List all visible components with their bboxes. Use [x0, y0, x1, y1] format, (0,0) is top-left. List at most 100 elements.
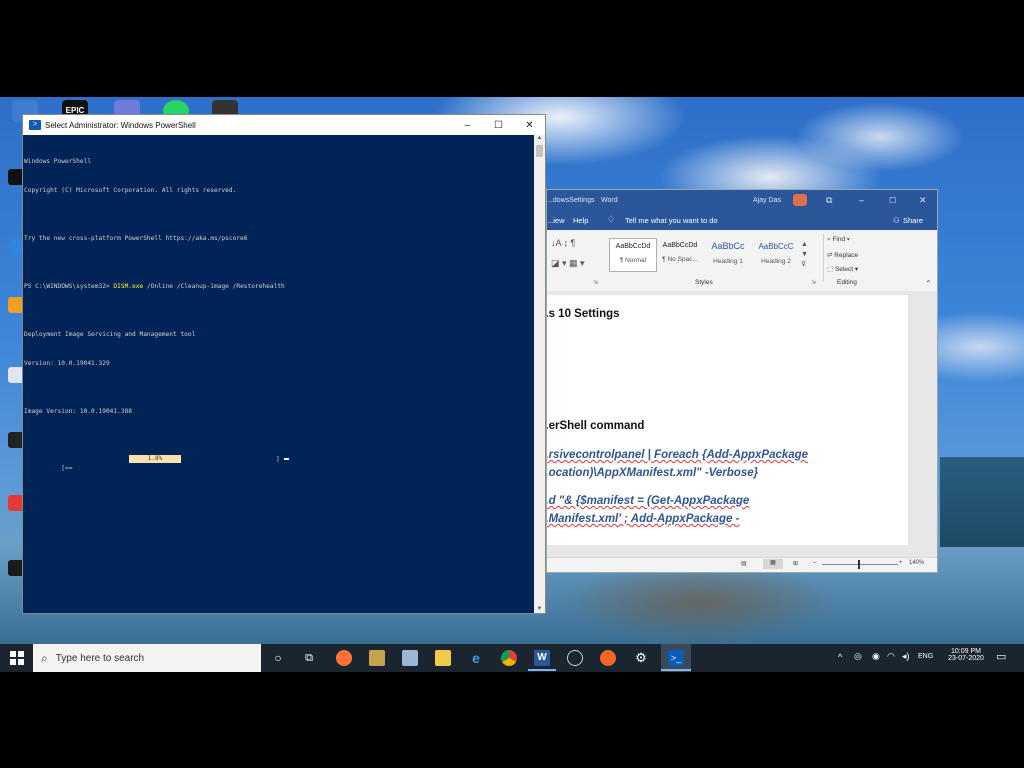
powershell-scrollbar[interactable]: ▲ ▼: [534, 135, 545, 613]
style-heading-2[interactable]: AaBbCcC Heading 2: [753, 238, 799, 270]
taskbar-app-icon[interactable]: [600, 650, 616, 666]
search-icon: ⌕: [41, 650, 48, 665]
editing-group-label: Editing: [837, 279, 857, 286]
scroll-up-icon[interactable]: ▲: [534, 135, 545, 141]
word-app-name: Word: [601, 196, 618, 204]
word-ribbon: ↓A ↕ ¶ ◪ ▾ ▦ ▾ AaBbCcDd ¶ Normal AaBbCcD…: [547, 230, 937, 292]
powershell-titlebar[interactable]: > Select Administrator: Windows PowerShe…: [23, 115, 545, 135]
word-page[interactable]: ...s 10 Settings ...erShell command ...r…: [547, 295, 908, 545]
powershell-title: Select Administrator: Windows PowerShell: [45, 120, 196, 130]
powershell-icon: >: [29, 120, 41, 130]
taskbar-clock[interactable]: 10:09 PM 23-07-2020: [941, 648, 991, 662]
text-cursor: [284, 457, 289, 460]
word-titlebar: ...dowsSettings Word Ajay Das ⧉ – ☐ ✕: [547, 190, 937, 210]
taskbar-search-box[interactable]: ⌕ Type here to search: [33, 644, 261, 672]
doc-command-line-1: ...rsivecontrolpanel | Foreach {Add-Appx…: [546, 449, 809, 461]
style-no-spacing[interactable]: AaBbCcDd ¶ No Spac...: [657, 238, 703, 270]
firefox-icon[interactable]: [336, 650, 352, 666]
progress-end: ]: [276, 455, 280, 463]
doc-command-line-4: ...Manifest.xml' ; Add-AppxPackage -: [546, 513, 740, 525]
tab-view[interactable]: ...iew: [547, 216, 565, 225]
wifi-icon[interactable]: ◠: [887, 651, 895, 662]
show-hidden-icons[interactable]: ^: [838, 652, 842, 662]
word-icon[interactable]: W: [534, 650, 550, 666]
console-line: Windows PowerShell: [24, 158, 92, 166]
powershell-window[interactable]: > Select Administrator: Windows PowerShe…: [22, 114, 546, 614]
maximize-button[interactable]: ☐: [889, 196, 896, 205]
styles-group-label: Styles: [695, 279, 713, 286]
console-line: Version: 10.0.19041.329: [24, 359, 110, 367]
chrome-icon[interactable]: [501, 650, 517, 666]
scrollbar-thumb[interactable]: [536, 145, 543, 157]
find-button[interactable]: ⌕ Find ▾: [827, 236, 850, 244]
ribbon-display-icon[interactable]: ⧉: [826, 195, 832, 206]
zoom-in-button[interactable]: +: [899, 560, 903, 566]
tray-app-icon[interactable]: ◉: [872, 651, 880, 662]
doc-heading-powershell: ...erShell command: [546, 420, 645, 432]
zoom-out-button[interactable]: –: [813, 560, 816, 566]
web-layout-icon[interactable]: ⊞: [793, 560, 798, 567]
notification-icon[interactable]: ▭: [996, 650, 1006, 663]
progress-percent: 1.8%: [129, 454, 181, 463]
avatar[interactable]: [793, 194, 807, 206]
paragraph-dialog-launcher[interactable]: ⇲: [593, 279, 598, 286]
word-window[interactable]: ...dowsSettings Word Ajay Das ⧉ – ☐ ✕ ..…: [546, 189, 938, 573]
language-indicator[interactable]: ENG: [918, 653, 933, 660]
desktop: EPIC ...dowsSettings Word Ajay Das ⧉ – ☐…: [0, 97, 1024, 644]
windows-icon: [10, 651, 24, 665]
close-button[interactable]: ✕: [919, 195, 927, 206]
minimize-button[interactable]: –: [859, 195, 864, 205]
select-button[interactable]: ⬚ Select ▾: [827, 265, 858, 273]
zoom-slider-thumb[interactable]: [858, 560, 860, 569]
console-line: Copyright (C) Microsoft Corporation. All…: [24, 186, 237, 194]
shading-controls[interactable]: ◪ ▾ ▦ ▾: [551, 258, 585, 269]
active-indicator: [528, 669, 556, 671]
tray-app-icon[interactable]: ◎: [854, 651, 862, 662]
console-prompt: PS C:\WINDOWS\system32>: [24, 282, 114, 290]
console-line: Image Version: 10.0.19041.388: [24, 407, 133, 415]
tab-help[interactable]: Help: [573, 216, 588, 225]
collapse-ribbon-icon[interactable]: ⌃: [925, 279, 932, 288]
zoom-slider[interactable]: [822, 564, 898, 565]
paragraph-controls[interactable]: ↓A ↕ ¶: [551, 238, 575, 248]
console-command-args: /Online /Cleanup-image /Restorehealth: [143, 282, 285, 290]
minimize-button[interactable]: –: [452, 120, 483, 131]
search-placeholder: Type here to search: [55, 652, 145, 664]
settings-gear-icon[interactable]: ⚙: [633, 650, 649, 666]
taskbar-app-icon[interactable]: [402, 650, 418, 666]
active-indicator: [661, 669, 691, 671]
styles-dialog-launcher[interactable]: ⇲: [811, 279, 816, 286]
word-doc-title: ...dowsSettings: [547, 196, 595, 204]
doc-command-line-2: ...ocation)\AppXManifest.xml" -Verbose}: [546, 467, 759, 479]
tell-me-box[interactable]: Tell me what you want to do: [625, 216, 718, 225]
maximize-button[interactable]: ☐: [483, 120, 514, 131]
task-view-icon[interactable]: ⧉: [301, 650, 317, 666]
select-icon: ⬚: [827, 266, 835, 273]
volume-icon[interactable]: ◂): [902, 651, 910, 662]
start-button[interactable]: [9, 650, 25, 666]
scroll-down-icon[interactable]: ▼: [534, 606, 545, 612]
print-layout-icon[interactable]: ▦: [763, 559, 783, 569]
style-heading-1[interactable]: AaBbCc Heading 1: [705, 238, 751, 270]
styles-scroll[interactable]: ▲ ▼ ⊽: [801, 240, 808, 270]
doc-command-line-3: ...d "& {$manifest = (Get-AppxPackage: [546, 495, 750, 507]
edge-icon[interactable]: e: [468, 650, 484, 666]
zoom-level[interactable]: 140%: [909, 560, 924, 566]
ribbon-divider: [823, 234, 824, 282]
cortana-icon[interactable]: ○: [270, 650, 286, 666]
taskbar-app-icon[interactable]: [369, 650, 385, 666]
taskbar-app-icon[interactable]: [567, 650, 583, 666]
replace-button[interactable]: ⇄ Replace: [827, 251, 858, 259]
close-button[interactable]: ✕: [514, 120, 545, 131]
taskbar: ⌕ Type here to search ○ ⧉ e W ⚙ >_ ^ ◎ ◉…: [0, 644, 1024, 672]
word-user-name: Ajay Das: [753, 196, 782, 204]
powershell-taskbar-icon[interactable]: >_: [668, 650, 684, 666]
share-button[interactable]: Share: [903, 216, 923, 225]
style-normal[interactable]: AaBbCcDd ¶ Normal: [609, 238, 657, 272]
console-line: Deployment Image Servicing and Managemen…: [24, 330, 196, 338]
share-icon: ⚇: [893, 216, 900, 225]
dism-progress: [== 1.8% ]: [24, 454, 534, 472]
powershell-console[interactable]: Windows PowerShell Copyright (C) Microso…: [23, 135, 534, 613]
file-explorer-icon[interactable]: [435, 650, 451, 666]
read-mode-icon[interactable]: ▤: [741, 560, 747, 567]
